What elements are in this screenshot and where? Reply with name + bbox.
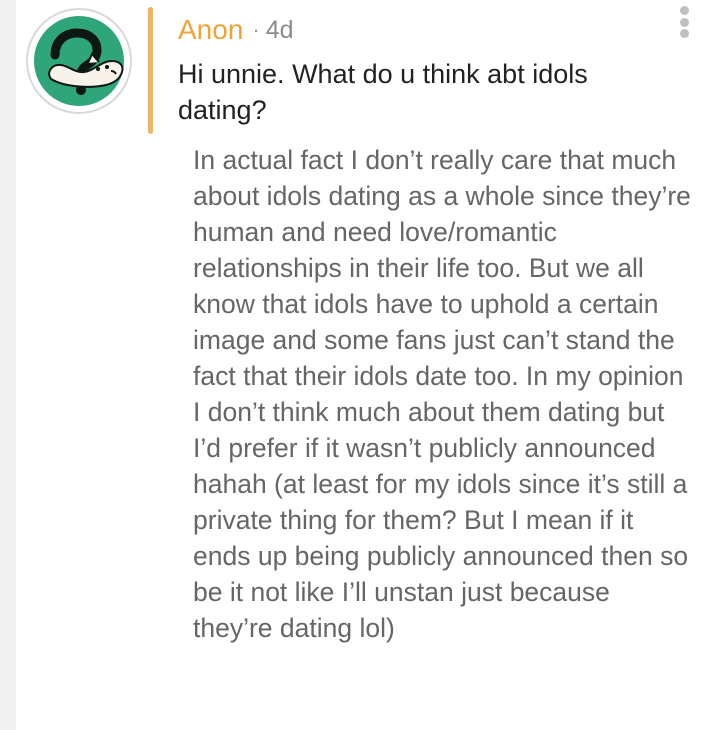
post-time: 4d — [265, 16, 294, 44]
post-meta: Anon · 4d — [178, 10, 294, 50]
more-dot — [679, 29, 689, 38]
question-accent-bar — [148, 7, 153, 134]
avatar[interactable] — [25, 7, 133, 115]
question-text: Hi unnie. What do u think abt idols dati… — [178, 59, 588, 125]
author-name[interactable]: Anon — [178, 10, 243, 50]
meta-separator: · — [252, 17, 260, 42]
more-dot — [679, 17, 689, 27]
more-vertical-icon[interactable] — [672, 4, 696, 40]
more-dot — [679, 6, 689, 15]
answer-text: In actual fact I don’t really care that … — [193, 145, 691, 643]
